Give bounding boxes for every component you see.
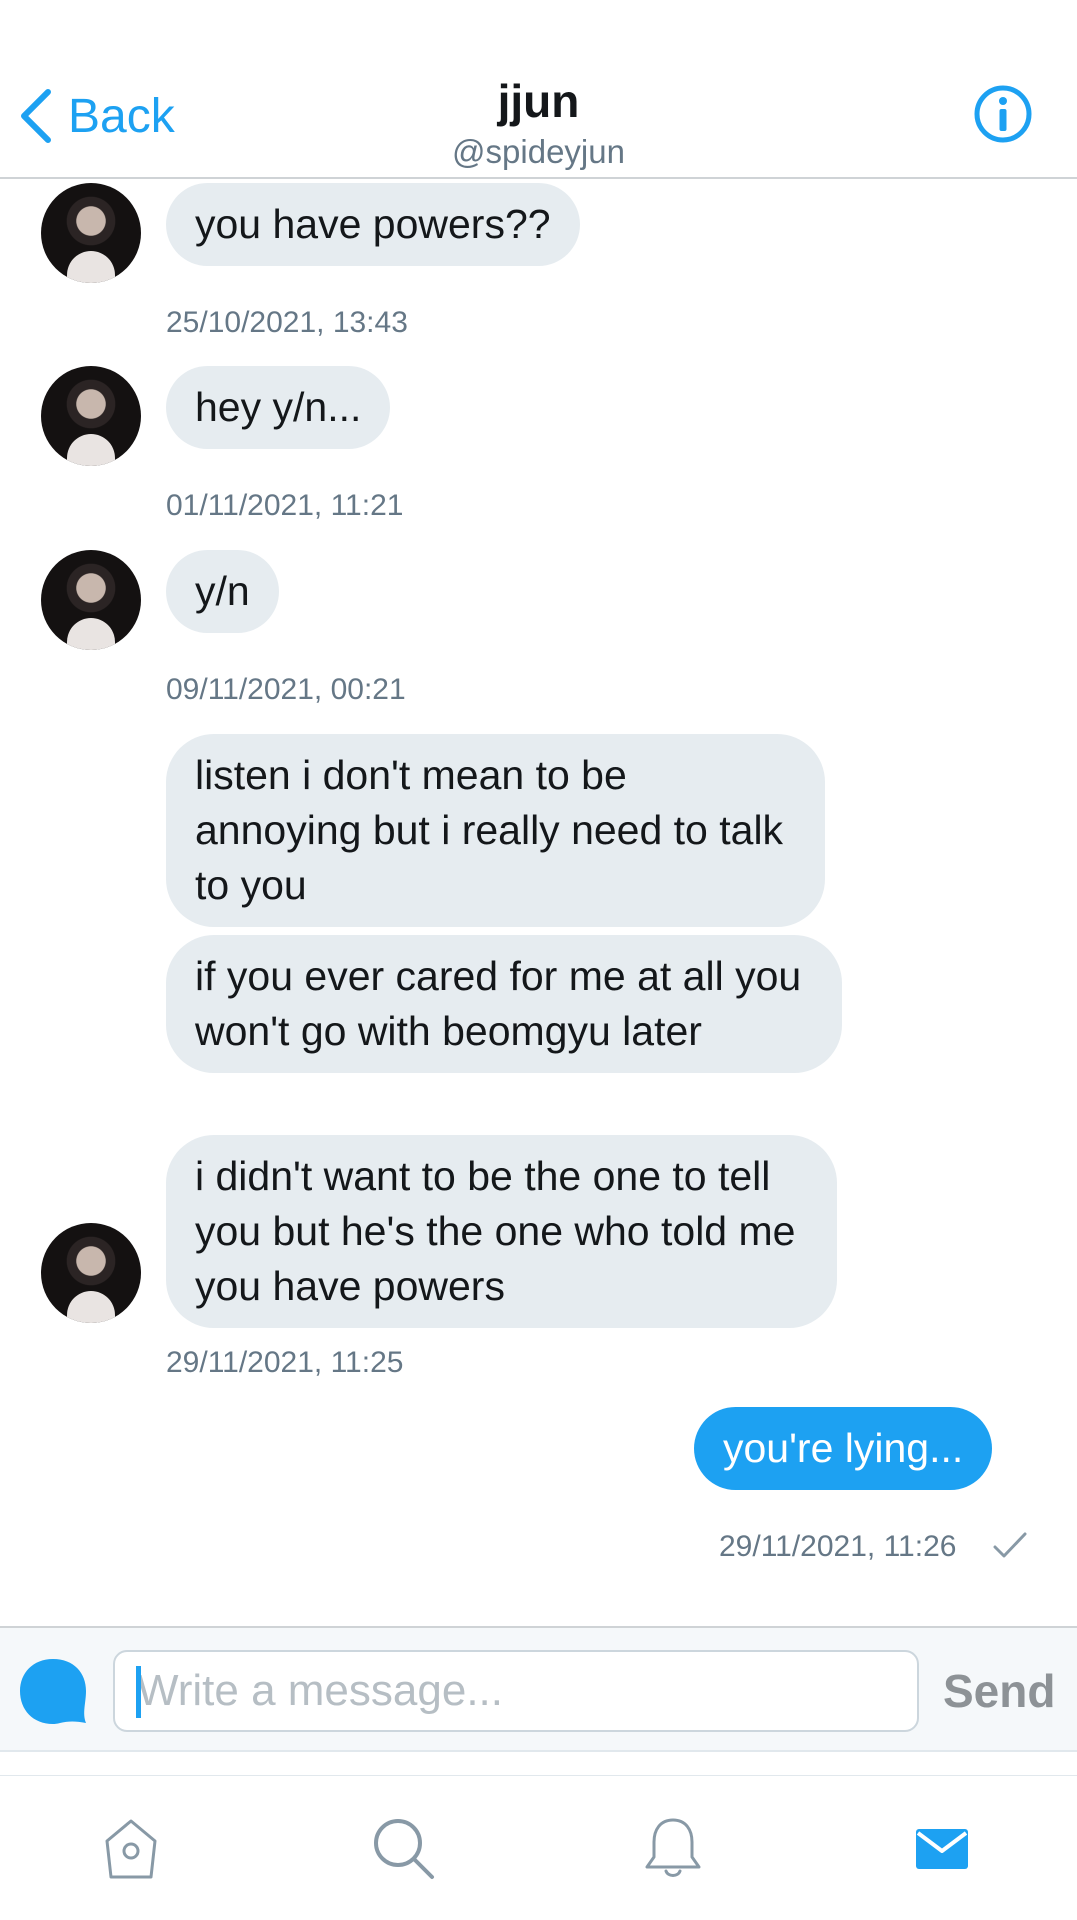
avatar[interactable] [41, 550, 141, 650]
message-bubble[interactable]: if you ever cared for me at all you won'… [166, 935, 842, 1073]
avatar[interactable] [41, 1223, 141, 1323]
message-bubble[interactable]: listen i don't mean to be annoying but i… [166, 734, 825, 927]
message-timestamp: 09/11/2021, 00:21 [166, 673, 406, 706]
message-bubble[interactable]: i didn't want to be the one to tell you … [166, 1135, 837, 1328]
home-icon[interactable] [98, 1815, 164, 1881]
message-composer: Send [0, 1626, 1077, 1752]
info-icon[interactable] [973, 84, 1033, 144]
avatar[interactable] [41, 366, 141, 466]
sent-check-icon [993, 1532, 1027, 1558]
message-bubble[interactable]: you have powers?? [166, 183, 580, 266]
mail-icon[interactable] [909, 1815, 975, 1881]
message-bubble[interactable]: hey y/n... [166, 366, 391, 449]
bell-icon[interactable] [640, 1815, 706, 1881]
bottom-tab-bar [0, 1775, 1077, 1920]
message-timestamp: 29/11/2021, 11:26 [719, 1530, 957, 1563]
message-timestamp: 01/11/2021, 11:21 [166, 489, 404, 522]
message-bubble-outgoing[interactable]: you're lying... [694, 1407, 993, 1490]
conversation-title: jjun [497, 75, 580, 127]
conversation-handle: @spideyjun [452, 133, 625, 170]
avatar[interactable] [41, 183, 141, 283]
search-icon[interactable] [370, 1815, 436, 1881]
message-input[interactable] [115, 1652, 917, 1730]
message-input-wrapper[interactable] [113, 1650, 919, 1732]
send-button[interactable]: Send [943, 1664, 1055, 1718]
conversation-title-block: jjun @spideyjun [0, 74, 1077, 172]
conversation-header: Back jjun @spideyjun [0, 0, 1077, 179]
message-bubble[interactable]: y/n [166, 550, 279, 633]
message-thread: you have powers?? 25/10/2021, 13:43 hey … [0, 181, 1077, 1621]
message-timestamp: 25/10/2021, 13:43 [166, 306, 408, 339]
message-timestamp: 29/11/2021, 11:25 [166, 1346, 404, 1379]
dm-screen: Back jjun @spideyjun you have powers?? 2… [0, 0, 1077, 1920]
text-caret [136, 1666, 141, 1718]
speech-bubble-icon[interactable] [16, 1655, 90, 1727]
